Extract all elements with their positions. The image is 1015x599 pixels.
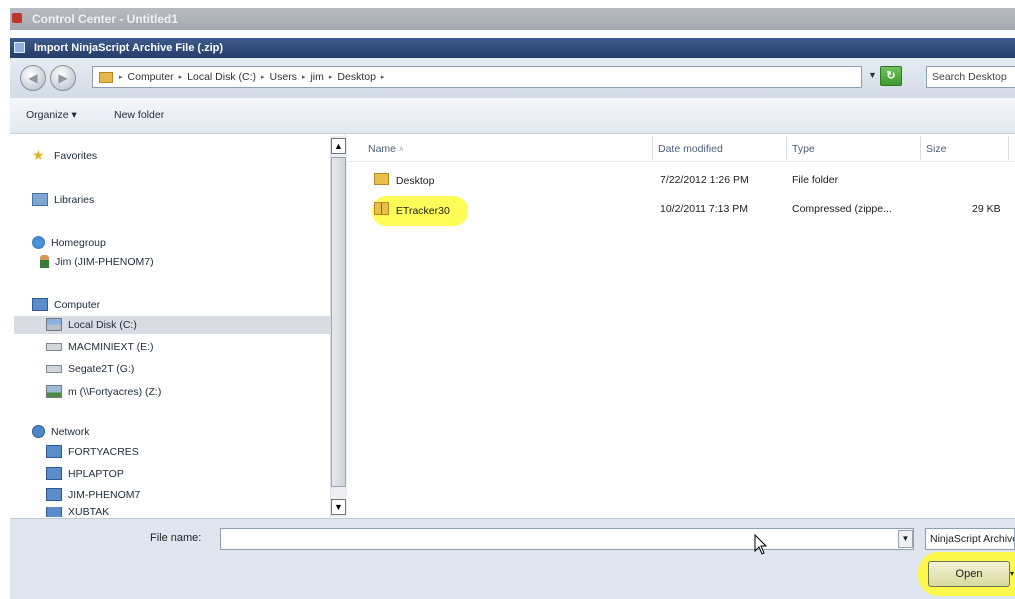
zip-folder-icon [374,202,389,215]
file-type-select[interactable]: NinjaScript Archive [925,528,1015,550]
organize-button[interactable]: Organize ▾ [26,109,77,121]
nav-favorites-label: Favorites [54,149,98,162]
nav-homegroup-label: Homegroup [51,236,106,249]
nav-drive-e-label: MACMINIEXT (E:) [68,341,154,353]
nav-network-xubtak[interactable]: XUBTAK [46,507,109,517]
nav-drive-g[interactable]: Segate2T (G:) [46,363,134,375]
breadcrumb-desktop[interactable]: Desktop [337,71,376,83]
star-icon: ★ [32,147,45,163]
file-name: Desktop [395,175,435,187]
nav-drive-z[interactable]: m (\\Fortyacres) (Z:) [46,385,161,398]
column-divider[interactable] [920,136,921,160]
nav-scrollbar-thumb[interactable] [331,157,346,487]
nav-homegroup-user[interactable]: Jim (JIM-PHENOM7) [40,255,154,268]
nav-network-item-label: FORTYACRES [68,445,139,458]
column-name-label: Name [368,143,397,155]
drive-icon [46,318,62,331]
file-row-etracker30[interactable]: ETracker30 [374,202,450,217]
back-icon: ◀ [28,71,38,85]
nav-network[interactable]: Network [32,425,90,438]
nav-favorites[interactable]: ★ Favorites [32,147,98,163]
drive-icon [46,343,62,351]
column-header-type[interactable]: Type [792,143,815,155]
column-header-name[interactable]: Name ˄ [368,143,404,155]
network-drive-icon [46,385,62,398]
column-divider[interactable] [1008,136,1009,160]
new-folder-button[interactable]: New folder [114,109,164,121]
nav-drive-c-label: Local Disk (C:) [68,318,137,331]
nav-network-fortyacres[interactable]: FORTYACRES [46,445,139,458]
open-split-dropdown[interactable]: ▾ [1010,569,1014,578]
file-date: 10/2/2011 7:13 PM [660,203,748,215]
sort-arrow-icon: ˄ [398,145,404,154]
scroll-down-icon[interactable]: ▼ [331,499,346,515]
file-name-dropdown[interactable]: ▼ [898,530,913,548]
nav-network-jim-phenom7[interactable]: JIM-PHENOM7 [46,488,140,501]
nav-network-label: Network [51,425,90,438]
forward-button[interactable]: ▶ [50,65,76,91]
breadcrumb-local-disk[interactable]: Local Disk (C:) [187,71,256,83]
library-icon [32,193,48,206]
file-name-input[interactable] [220,528,914,550]
control-center-title-bar: Control Center - Untitled1 [10,8,1015,30]
nav-drive-e[interactable]: MACMINIEXT (E:) [46,341,154,353]
open-button[interactable]: Open [928,561,1010,587]
breadcrumb-users[interactable]: Users [270,71,297,83]
address-bar[interactable]: ▸ Computer ▸ Local Disk (C:) ▸ Users ▸ j… [92,66,862,88]
column-divider[interactable] [652,136,653,160]
address-history-dropdown[interactable]: ▼ [868,70,877,80]
computer-icon [46,488,62,501]
file-type: File folder [792,174,839,186]
cursor-icon [754,534,768,555]
control-center-title: Control Center - Untitled1 [32,12,178,26]
computer-icon [46,445,62,458]
breadcrumb-computer[interactable]: Computer [128,71,174,83]
refresh-button[interactable]: ↻ [880,66,902,86]
dialog-title: Import NinjaScript Archive File (.zip) [34,42,224,54]
nav-libraries-label: Libraries [54,193,95,206]
nav-computer-label: Computer [54,298,101,311]
dialog-title-bar: Import NinjaScript Archive File (.zip) [10,38,1015,58]
computer-icon [46,467,62,480]
column-header-size[interactable]: Size [926,143,946,155]
nav-libraries[interactable]: Libraries [32,193,94,206]
nav-network-hplaptop[interactable]: HPLAPTOP [46,467,124,480]
file-name-label: File name: [150,532,202,544]
computer-icon [32,298,48,311]
nav-drive-c[interactable]: Local Disk (C:) [46,318,137,331]
column-header-date[interactable]: Date modified [658,143,723,155]
nav-drive-g-label: Segate2T (G:) [68,363,135,375]
scroll-up-icon[interactable]: ▲ [331,138,346,154]
file-name: ETracker30 [395,205,450,217]
network-icon [32,425,45,438]
refresh-icon: ↻ [886,70,896,82]
nav-computer[interactable]: Computer [32,298,100,311]
file-date: 7/22/2012 1:26 PM [660,174,749,186]
computer-icon [46,507,62,517]
drive-icon [46,365,62,373]
user-icon [40,255,49,268]
back-button[interactable]: ◀ [20,65,46,91]
nav-network-item-label: JIM-PHENOM7 [68,488,141,501]
nav-homegroup[interactable]: Homegroup [32,236,106,249]
ninjatrader-icon [12,13,22,23]
nav-homegroup-user-label: Jim (JIM-PHENOM7) [55,255,154,268]
file-size: 29 KB [972,203,1001,215]
dialog-icon [14,42,25,53]
homegroup-icon [32,236,45,249]
file-row-desktop[interactable]: Desktop [374,173,434,187]
search-input[interactable]: Search Desktop [926,66,1015,88]
nav-network-item-label: XUBTAK [68,507,110,517]
folder-icon [374,173,389,185]
folder-icon [99,71,113,83]
nav-drive-z-label: m (\\Fortyacres) (Z:) [68,385,162,398]
breadcrumb-jim[interactable]: jim [310,71,323,83]
forward-icon: ▶ [58,71,68,85]
column-divider[interactable] [786,136,787,160]
chevron-down-icon: ▼ [901,534,910,543]
file-type: Compressed (zippe... [792,203,892,215]
nav-network-item-label: HPLAPTOP [68,467,124,480]
